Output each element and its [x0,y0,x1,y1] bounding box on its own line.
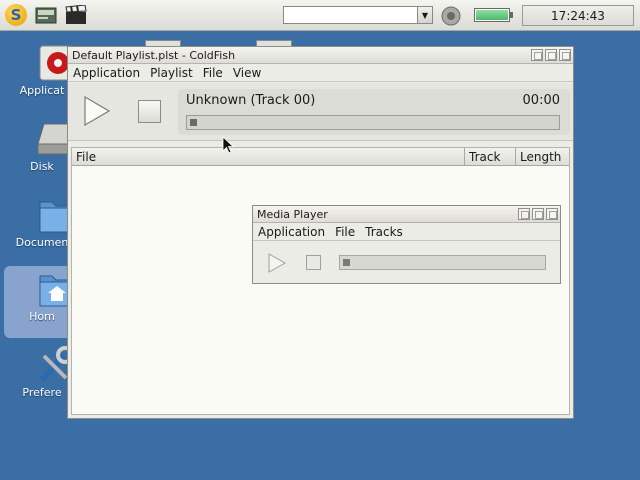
menu-application[interactable]: Application [253,225,330,239]
battery-icon[interactable] [474,8,513,22]
minimize-button[interactable] [518,208,530,220]
play-icon [84,95,111,127]
menubar: Application Playlist File View [68,64,573,82]
window-title: Media Player [257,207,328,221]
column-header-track[interactable]: Track [465,148,516,166]
menu-file[interactable]: File [198,66,228,80]
column-header-length[interactable]: Length [516,148,569,166]
track-title: Unknown (Track 00) [186,93,316,108]
maximize-button[interactable] [545,49,557,61]
track-time: 00:00 [522,93,560,108]
video-clapper-icon [65,5,87,24]
sound-icon [441,6,461,26]
maximize-button[interactable] [532,208,544,220]
file-manager-launcher[interactable] [33,3,59,27]
track-info-panel: Unknown (Track 00) 00:00 [178,89,570,135]
chevron-down-icon[interactable]: ▼ [417,7,432,23]
seek-slider-thumb[interactable] [190,119,197,126]
window-title: Default Playlist.plst - ColdFish [72,48,236,62]
mouse-cursor-icon [222,136,234,154]
window-titlebar[interactable]: Media Player [253,206,560,223]
stop-button[interactable] [138,100,161,123]
top-panel: S ▼ 17:24:43 [0,0,640,31]
window-titlebar[interactable]: Default Playlist.plst - ColdFish [68,47,573,64]
stop-button[interactable] [306,255,321,270]
video-launcher[interactable] [63,3,89,27]
play-button[interactable] [267,252,287,274]
seek-slider-thumb[interactable] [343,259,350,266]
menu-application[interactable]: Application [68,66,145,80]
start-menu-icon: S [5,4,27,26]
seek-slider[interactable] [186,115,560,130]
file-manager-icon [35,7,57,24]
panel-combo-box[interactable]: ▼ [283,6,433,24]
close-button[interactable] [546,208,558,220]
menu-playlist[interactable]: Playlist [145,66,198,80]
column-header-file[interactable]: File [72,148,465,166]
transport-bar [253,242,560,283]
battery-level [476,10,508,20]
menu-tracks[interactable]: Tracks [360,225,408,239]
play-icon [268,253,287,273]
sound-tray-button[interactable] [440,5,462,27]
table-header: File Track Length [72,148,569,166]
play-button[interactable] [82,94,112,128]
start-menu-button[interactable]: S [3,3,29,27]
clock[interactable]: 17:24:43 [522,5,634,26]
transport-bar: Unknown (Track 00) 00:00 [68,83,573,141]
seek-slider[interactable] [339,255,546,270]
menubar: Application File Tracks [253,223,560,241]
menu-file[interactable]: File [330,225,360,239]
menu-view[interactable]: View [228,66,266,80]
media-player-window[interactable]: Media Player Application File Tracks [252,205,561,284]
minimize-button[interactable] [531,49,543,61]
close-button[interactable] [559,49,571,61]
